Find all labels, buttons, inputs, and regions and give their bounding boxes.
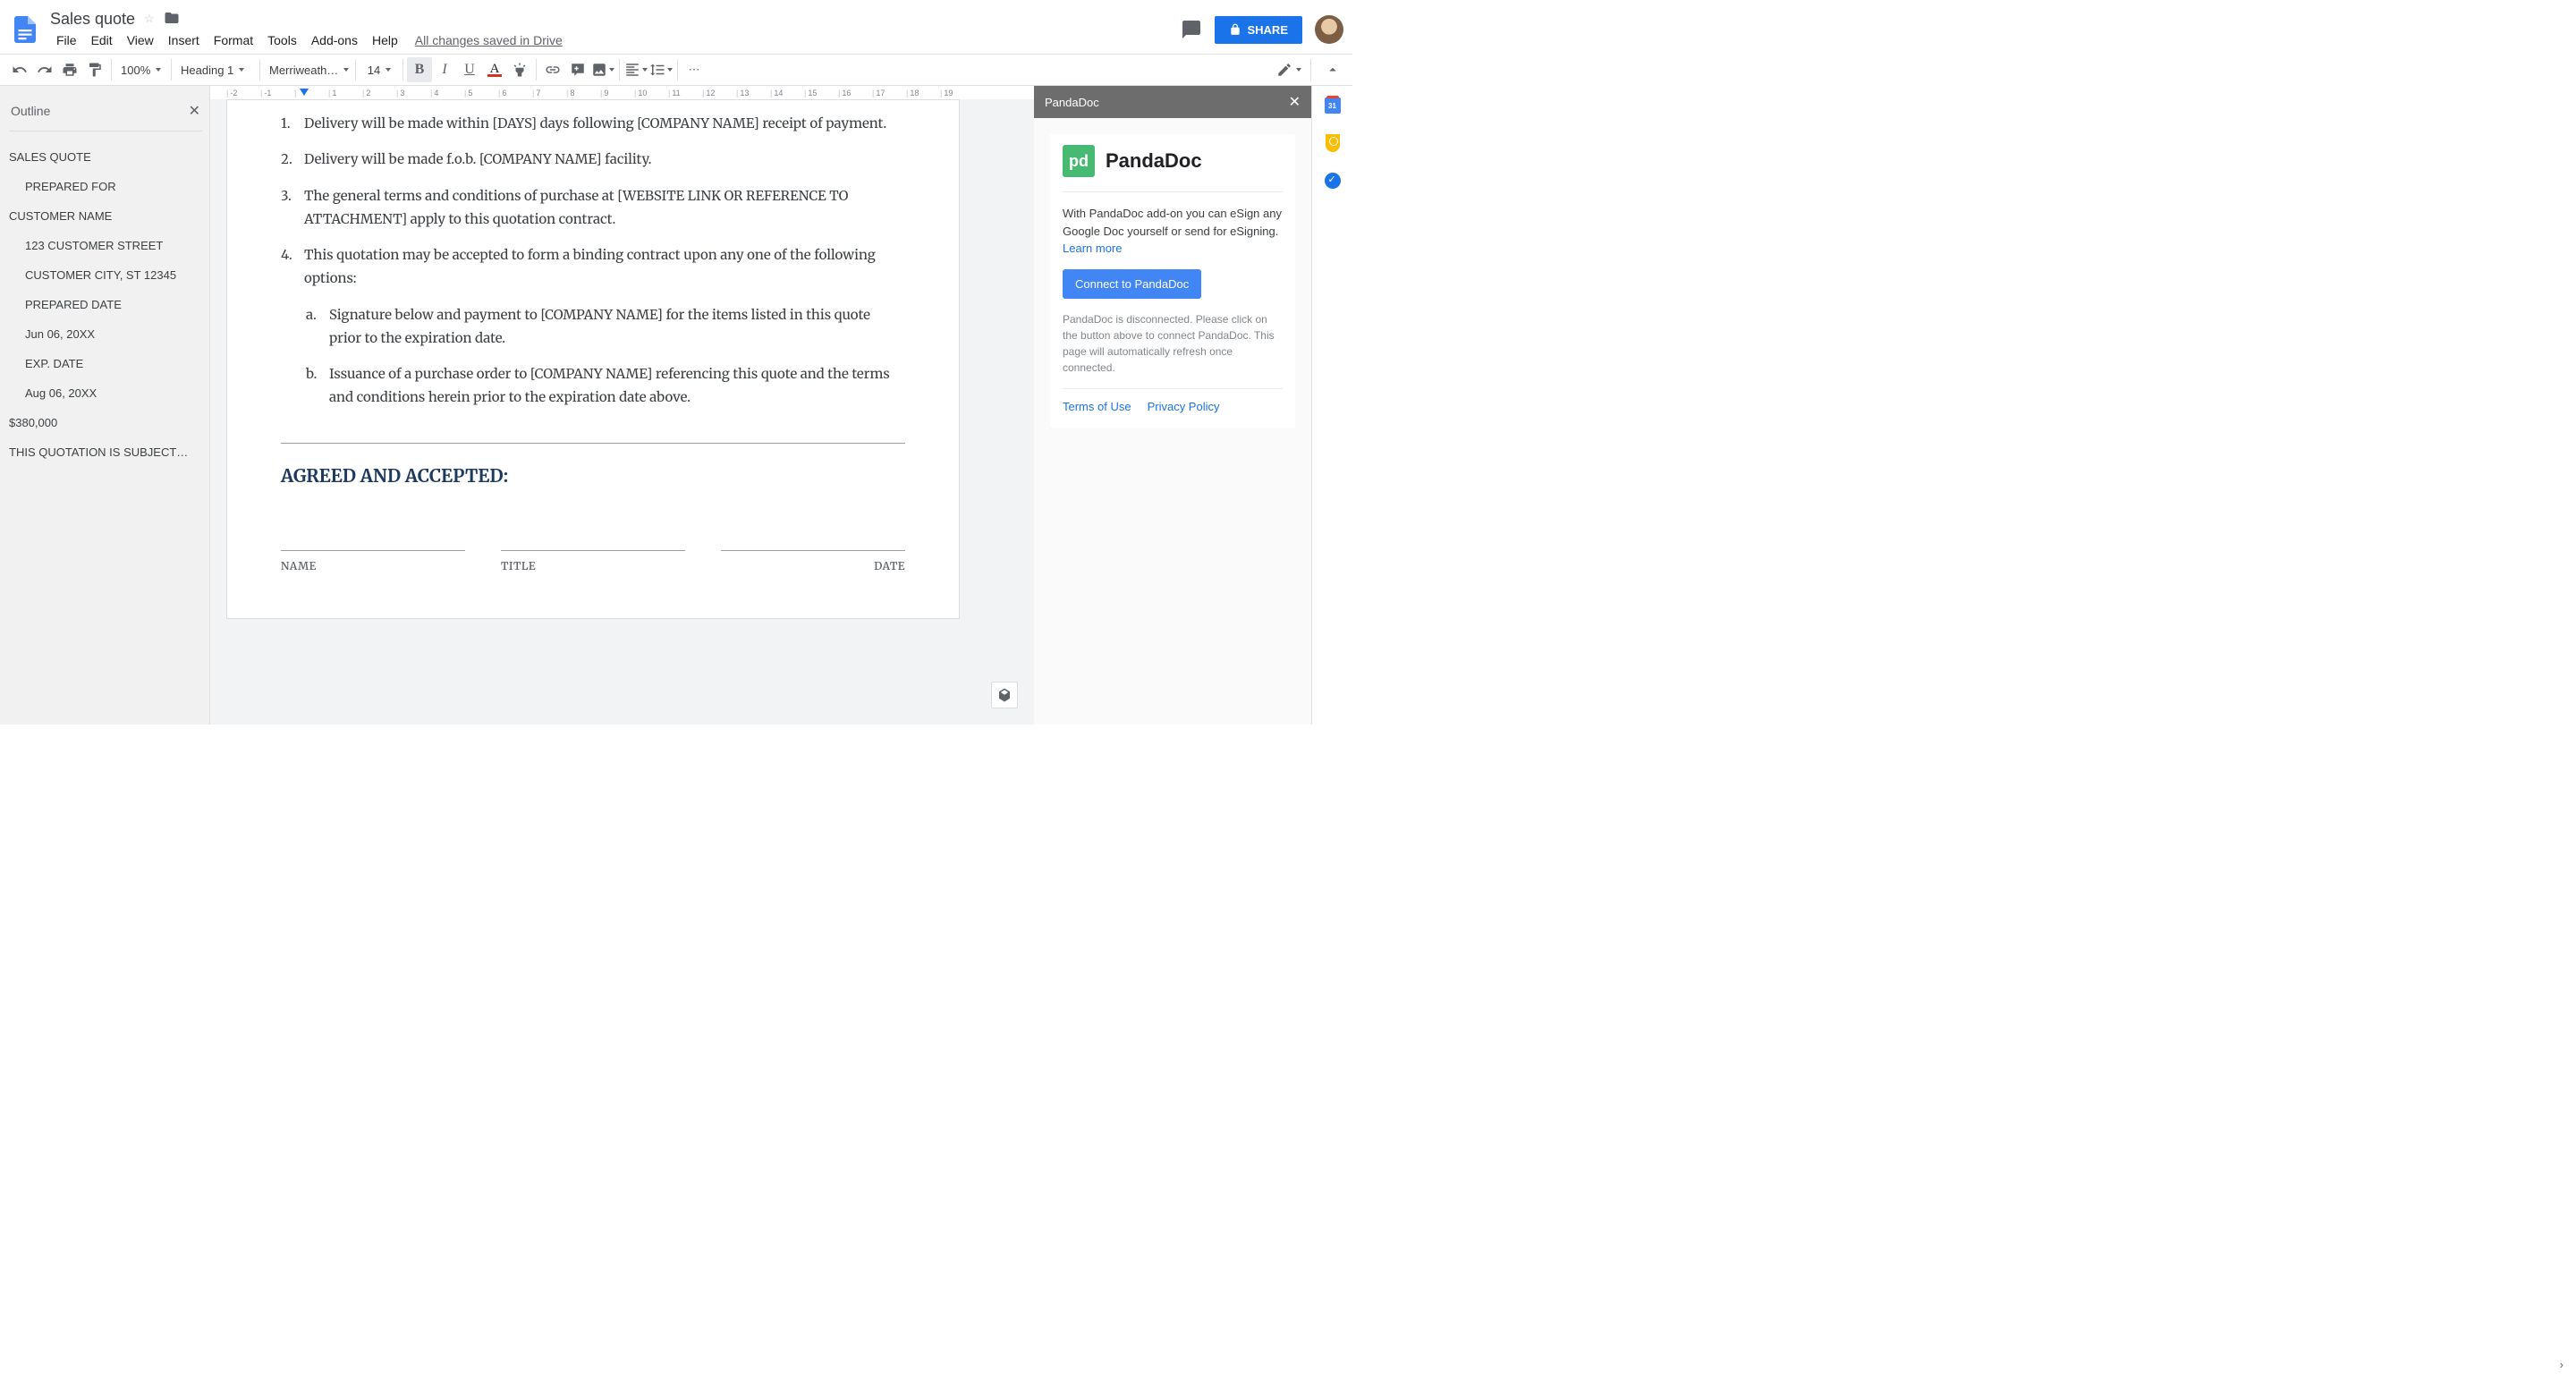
- calendar-icon[interactable]: 31: [1324, 97, 1342, 114]
- print-icon[interactable]: [57, 57, 82, 82]
- keep-icon[interactable]: [1324, 134, 1342, 152]
- star-icon[interactable]: ☆: [144, 12, 155, 26]
- font-select[interactable]: Merriweath…: [264, 57, 352, 82]
- list-item: a.Signature below and payment to [COMPAN…: [306, 304, 905, 352]
- fontsize-select[interactable]: 14: [360, 57, 399, 82]
- image-icon[interactable]: [590, 57, 615, 82]
- account-avatar[interactable]: [1315, 15, 1343, 44]
- underline-icon[interactable]: U: [457, 57, 482, 82]
- sig-title-label: TITLE: [501, 550, 685, 573]
- document-page[interactable]: 1.Delivery will be made within [DAYS] da…: [226, 99, 960, 619]
- explore-icon[interactable]: [991, 682, 1018, 708]
- outline-item[interactable]: CUSTOMER CITY, ST 12345: [9, 260, 202, 290]
- outline-item[interactable]: PREPARED FOR: [9, 172, 202, 201]
- outline-title: Outline: [11, 104, 50, 118]
- chevron-right-icon[interactable]: ›: [2560, 1358, 2563, 1371]
- outline-item[interactable]: CUSTOMER NAME: [9, 201, 202, 231]
- menu-bar: File Edit View Insert Format Tools Add-o…: [50, 30, 1181, 50]
- italic-icon[interactable]: I: [432, 57, 457, 82]
- highlight-icon[interactable]: [507, 57, 532, 82]
- zoom-select[interactable]: 100%: [115, 57, 167, 82]
- panda-brand: PandaDoc: [1106, 149, 1202, 173]
- share-label: SHARE: [1247, 23, 1288, 37]
- outline-item[interactable]: SALES QUOTE: [9, 142, 202, 172]
- list-item: 2.Delivery will be made f.o.b. [COMPANY …: [281, 148, 905, 172]
- list-item: 1.Delivery will be made within [DAYS] da…: [281, 113, 905, 136]
- close-icon[interactable]: ✕: [1289, 93, 1301, 111]
- redo-icon[interactable]: [32, 57, 57, 82]
- pandadoc-panel: PandaDoc ✕ pd PandaDoc With PandaDoc add…: [1034, 86, 1311, 725]
- paint-format-icon[interactable]: [82, 57, 107, 82]
- share-button[interactable]: SHARE: [1215, 16, 1302, 44]
- outline-item[interactable]: PREPARED DATE: [9, 290, 202, 319]
- connect-button[interactable]: Connect to PandaDoc: [1063, 269, 1201, 299]
- outline-item[interactable]: $380,000: [9, 408, 202, 437]
- section-heading: AGREED AND ACCEPTED:: [281, 465, 905, 488]
- folder-icon[interactable]: [164, 10, 180, 29]
- panda-note: PandaDoc is disconnected. Please click o…: [1063, 311, 1283, 376]
- bold-icon[interactable]: B: [407, 57, 432, 82]
- outline-item[interactable]: 123 CUSTOMER STREET: [9, 231, 202, 260]
- outline-item[interactable]: Jun 06, 20XX: [9, 319, 202, 349]
- outline-item[interactable]: EXP. DATE: [9, 349, 202, 378]
- sig-date-label: DATE: [721, 550, 905, 573]
- close-icon[interactable]: ✕: [189, 102, 200, 120]
- menu-format[interactable]: Format: [208, 30, 259, 50]
- link-icon[interactable]: [540, 57, 565, 82]
- tasks-icon[interactable]: [1324, 172, 1342, 190]
- pandadoc-logo-icon: pd: [1063, 145, 1095, 177]
- menu-help[interactable]: Help: [366, 30, 404, 50]
- toolbar: 100% Heading 1 Merriweath… 14 B I U A ⋯: [0, 54, 1352, 86]
- menu-insert[interactable]: Insert: [162, 30, 206, 50]
- save-status[interactable]: All changes saved in Drive: [415, 33, 563, 47]
- panda-description: With PandaDoc add-on you can eSign any G…: [1063, 205, 1283, 240]
- list-item: 3.The general terms and conditions of pu…: [281, 185, 905, 233]
- tos-link[interactable]: Terms of Use: [1063, 400, 1131, 413]
- menu-view[interactable]: View: [121, 30, 160, 50]
- menu-tools[interactable]: Tools: [261, 30, 303, 50]
- menu-edit[interactable]: Edit: [85, 30, 119, 50]
- text-color-icon[interactable]: A: [482, 57, 507, 82]
- menu-addons[interactable]: Add-ons: [305, 30, 364, 50]
- align-icon[interactable]: [623, 57, 648, 82]
- style-select[interactable]: Heading 1: [175, 57, 256, 82]
- more-icon[interactable]: ⋯: [682, 57, 707, 82]
- comments-icon[interactable]: [1181, 19, 1202, 40]
- docs-icon[interactable]: [9, 9, 41, 50]
- menu-file[interactable]: File: [50, 30, 83, 50]
- right-rail: 31: [1311, 86, 1352, 725]
- line-spacing-icon[interactable]: [648, 57, 674, 82]
- document-area: | -2| -1| | 1| 2| 3| 4| 5| 6| 7| 8| 9| 1…: [210, 86, 1034, 725]
- sig-name-label: NAME: [281, 550, 465, 573]
- document-title[interactable]: Sales quote: [50, 10, 135, 29]
- list-item: b.Issuance of a purchase order to [COMPA…: [306, 363, 905, 411]
- undo-icon[interactable]: [7, 57, 32, 82]
- add-comment-icon[interactable]: [565, 57, 590, 82]
- outline-panel: Outline ✕ SALES QUOTEPREPARED FORCUSTOME…: [0, 86, 210, 725]
- privacy-link[interactable]: Privacy Policy: [1148, 400, 1220, 413]
- panda-title: PandaDoc: [1045, 96, 1099, 109]
- list-item: 4.This quotation may be accepted to form…: [281, 244, 905, 292]
- outline-item[interactable]: THIS QUOTATION IS SUBJECT…: [9, 437, 202, 467]
- ruler[interactable]: | -2| -1| | 1| 2| 3| 4| 5| 6| 7| 8| 9| 1…: [210, 86, 1034, 99]
- collapse-icon[interactable]: [1320, 57, 1345, 82]
- learn-more-link[interactable]: Learn more: [1063, 242, 1122, 255]
- edit-mode-icon[interactable]: [1276, 57, 1301, 82]
- outline-item[interactable]: Aug 06, 20XX: [9, 378, 202, 408]
